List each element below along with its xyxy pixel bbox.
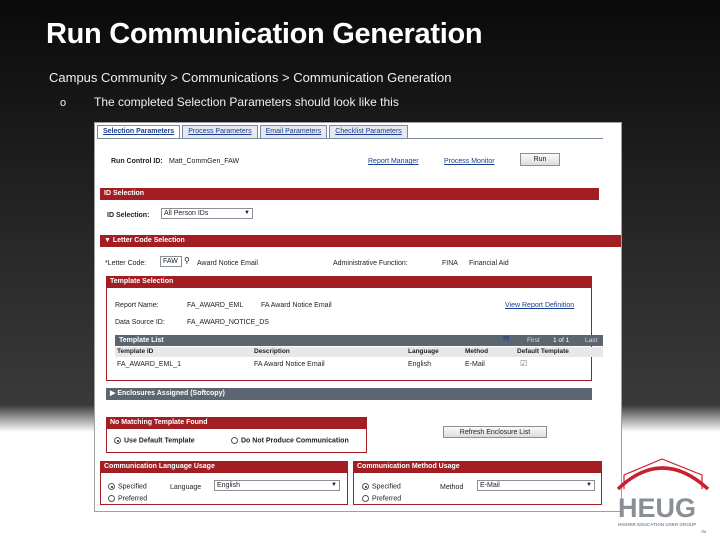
letter-code-header[interactable]: ▼ Letter Code Selection <box>100 235 621 247</box>
grid-nav-last[interactable]: Last <box>585 337 597 344</box>
language-preferred-option[interactable]: Preferred <box>108 495 147 502</box>
admin-function-label: Administrative Function: <box>333 260 408 267</box>
logo-tm: TM <box>701 530 706 534</box>
tab-email-parameters[interactable]: Email Parameters <box>259 125 328 138</box>
language-value: English <box>217 482 240 489</box>
letter-code-input[interactable]: FAW <box>160 256 182 267</box>
id-selection-value: All Person IDs <box>164 210 209 217</box>
data-source-value: FA_AWARD_NOTICE_DS <box>187 319 269 326</box>
admin-function-code: FINA <box>442 260 458 267</box>
tab-selection-parameters[interactable]: Selection Parameters <box>97 125 181 138</box>
language-dropdown[interactable]: English ▼ <box>214 480 340 491</box>
screenshot-panel: Selection Parameters Process Parameters … <box>94 122 622 512</box>
chevron-down-icon: ▼ <box>331 482 337 488</box>
report-name-value: FA_AWARD_EML <box>187 302 244 309</box>
method-dropdown[interactable]: E-Mail ▼ <box>477 480 595 491</box>
slide-title: Run Communication Generation <box>46 18 483 50</box>
method-value: E-Mail <box>480 482 500 489</box>
language-specified-option[interactable]: Specified <box>108 483 147 490</box>
report-name-label: Report Name: <box>115 302 159 309</box>
grid-nav-first[interactable]: First <box>527 337 540 344</box>
bullet-item: o The completed Selection Parameters shou… <box>60 95 399 109</box>
radio-method-specified[interactable] <box>362 483 369 490</box>
col-description: Description <box>254 348 290 355</box>
language-preferred-label: Preferred <box>118 495 148 503</box>
method-label: Method <box>440 484 464 491</box>
tab-divider <box>97 138 603 139</box>
letter-code-label: *Letter Code: <box>105 260 147 267</box>
radio-do-not-produce[interactable] <box>231 437 238 444</box>
id-selection-header: ID Selection <box>100 188 599 200</box>
cell-template-id: FA_AWARD_EML_1 <box>117 361 182 368</box>
method-specified-option[interactable]: Specified <box>362 483 401 490</box>
language-specified-label: Specified <box>118 483 147 491</box>
radio-method-preferred[interactable] <box>362 495 369 502</box>
radio-use-default[interactable] <box>114 437 121 444</box>
col-language: Language <box>408 348 439 355</box>
cell-description: FA Award Notice Email <box>254 361 325 368</box>
do-not-produce-option[interactable]: Do Not Produce Communication <box>231 437 349 444</box>
table-row[interactable]: FA_AWARD_EML_1 FA Award Notice Email Eng… <box>115 359 603 371</box>
tab-checklist-parameters[interactable]: Checklist Parameters <box>329 125 408 138</box>
radio-language-specified[interactable] <box>108 483 115 490</box>
do-not-produce-label: Do Not Produce Communication <box>241 437 349 445</box>
radio-language-preferred[interactable] <box>108 495 115 502</box>
letter-code-header-label: Letter Code Selection <box>112 237 185 244</box>
bullet-text: The completed Selection Parameters shoul… <box>94 95 399 109</box>
chevron-down-icon: ▼ <box>244 210 250 216</box>
enclosures-header-label: Enclosures Assigned (Softcopy) <box>117 390 225 397</box>
id-selection-dropdown[interactable]: All Person IDs ▼ <box>161 208 253 219</box>
report-name-desc: FA Award Notice Email <box>261 302 332 309</box>
letter-code-description: Award Notice Email <box>197 260 258 267</box>
tab-process-parameters[interactable]: Process Parameters <box>182 125 258 138</box>
enclosures-header[interactable]: ▶ Enclosures Assigned (Softcopy) <box>106 388 592 400</box>
default-template-checkbox[interactable]: ☑ <box>520 359 527 368</box>
language-label: Language <box>170 484 202 491</box>
collapse-triangle-icon: ▼ <box>104 237 113 244</box>
run-button[interactable]: Run <box>520 153 560 166</box>
breadcrumb: Campus Community > Communications > Comm… <box>49 70 452 85</box>
chevron-down-icon: ▼ <box>586 482 592 488</box>
method-usage-header: Communication Method Usage <box>353 461 602 473</box>
run-control-label: Run Control ID: <box>111 158 163 165</box>
method-preferred-option[interactable]: Preferred <box>362 495 401 502</box>
col-default-template: Default Template <box>517 348 569 355</box>
bullet-glyph: o <box>60 97 67 109</box>
col-method: Method <box>465 348 489 355</box>
method-specified-label: Specified <box>372 483 401 491</box>
logo-wordmark: HEUG <box>618 493 696 523</box>
tab-bar: Selection Parameters Process Parameters … <box>97 125 410 139</box>
template-selection-header: Template Selection <box>106 276 592 288</box>
data-source-label: Data Source ID: <box>115 319 165 326</box>
search-icon[interactable]: ⚲ <box>184 256 190 265</box>
grid-zoom-icon[interactable]: ▤ <box>503 334 509 342</box>
cell-method: E-Mail <box>465 361 485 368</box>
heug-logo: HEUG HIGHER EDUCATION USER GROUP TM <box>616 458 710 534</box>
use-default-label: Use Default Template <box>124 437 195 445</box>
language-usage-header: Communication Language Usage <box>100 461 348 473</box>
admin-function-desc: Financial Aid <box>469 260 509 267</box>
col-template-id: Template ID <box>117 348 154 355</box>
run-control-value: Matt_CommGen_FAW <box>169 158 240 165</box>
no-match-header: No Matching Template Found <box>106 417 367 429</box>
report-manager-link[interactable]: Report Manager <box>368 158 419 165</box>
process-monitor-link[interactable]: Process Monitor <box>444 158 495 165</box>
refresh-enclosure-button[interactable]: Refresh Enclosure List <box>443 426 547 438</box>
id-selection-label: ID Selection: <box>107 212 150 219</box>
view-report-definition-link[interactable]: View Report Definition <box>505 302 574 309</box>
template-list-column-header: Template ID Description Language Method … <box>115 347 603 357</box>
use-default-option[interactable]: Use Default Template <box>114 437 195 444</box>
grid-nav-range: 1 of 1 <box>553 337 570 344</box>
logo-roof-arc <box>616 466 710 491</box>
logo-tagline: HIGHER EDUCATION USER GROUP <box>618 522 696 527</box>
method-preferred-label: Preferred <box>372 495 402 503</box>
cell-language: English <box>408 361 431 368</box>
